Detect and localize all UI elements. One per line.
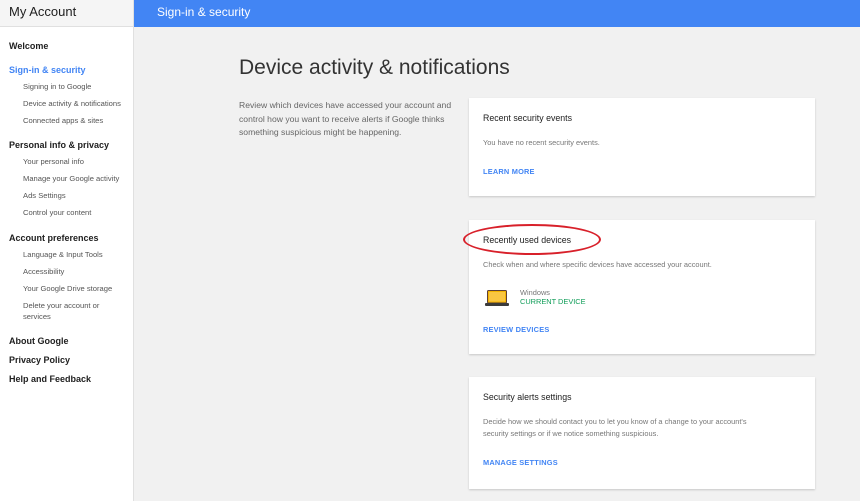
sidebar-item-connected-apps[interactable]: Connected apps & sites: [0, 115, 133, 126]
top-bar: Sign-in & security: [134, 0, 860, 27]
device-name: Windows: [520, 288, 550, 297]
security-alerts-settings-card: Security alerts settings Decide how we s…: [469, 377, 815, 489]
top-bar-title: Sign-in & security: [157, 5, 251, 19]
sidebar-item-personal-info[interactable]: Your personal info: [0, 156, 133, 167]
card-text: You have no recent security events.: [483, 138, 600, 147]
recently-used-devices-card: Recently used devices Check when and whe…: [469, 220, 815, 354]
card-text: Check when and where specific devices ha…: [483, 260, 712, 269]
laptop-icon: [485, 290, 509, 307]
page-title: Device activity & notifications: [239, 56, 510, 79]
sidebar-section-personal[interactable]: Personal info & privacy: [0, 140, 133, 150]
sidebar-item-delete-account[interactable]: Delete your account or services: [0, 300, 133, 322]
sidebar-item-privacy[interactable]: Privacy Policy: [0, 355, 133, 365]
app-title[interactable]: My Account: [0, 0, 133, 27]
intro-text: Review which devices have accessed your …: [239, 100, 452, 138]
sidebar-section-account[interactable]: Account preferences: [0, 233, 133, 243]
sidebar-item-ads-settings[interactable]: Ads Settings: [0, 190, 133, 201]
sidebar-section-signin[interactable]: Sign-in & security: [0, 65, 133, 75]
manage-settings-link[interactable]: MANAGE SETTINGS: [483, 458, 558, 467]
sidebar-item-welcome[interactable]: Welcome: [0, 41, 133, 51]
sidebar-item-language[interactable]: Language & Input Tools: [0, 249, 133, 260]
sidebar-item-device-activity[interactable]: Device activity & notifications: [0, 98, 133, 109]
recent-security-events-card: Recent security events You have no recen…: [469, 98, 815, 196]
sidebar-item-about[interactable]: About Google: [0, 336, 133, 346]
sidebar-item-google-activity[interactable]: Manage your Google activity: [0, 173, 133, 184]
sidebar-item-accessibility[interactable]: Accessibility: [0, 266, 133, 277]
sidebar-item-help[interactable]: Help and Feedback: [0, 374, 133, 384]
sidebar-item-signing-in[interactable]: Signing in to Google: [0, 81, 133, 92]
current-device-label: CURRENT DEVICE: [520, 297, 586, 306]
sidebar-item-control-content[interactable]: Control your content: [0, 207, 133, 218]
sidebar-item-drive-storage[interactable]: Your Google Drive storage: [0, 283, 133, 294]
card-title: Recently used devices: [483, 235, 572, 245]
learn-more-link[interactable]: LEARN MORE: [483, 167, 535, 176]
card-title: Recent security events: [483, 113, 572, 123]
sidebar: My Account Welcome Sign-in & security Si…: [0, 0, 134, 501]
card-title: Security alerts settings: [483, 392, 572, 402]
sidebar-nav: Welcome Sign-in & security Signing in to…: [0, 27, 133, 384]
card-text: Decide how we should contact you to let …: [483, 417, 747, 438]
review-devices-link[interactable]: REVIEW DEVICES: [483, 325, 549, 334]
